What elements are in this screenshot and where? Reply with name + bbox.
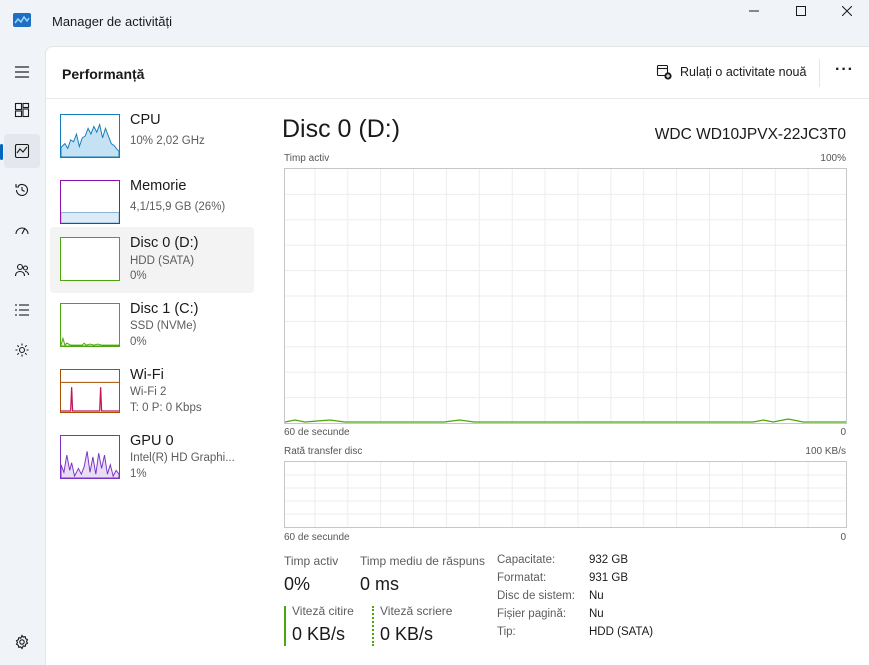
more-options-button[interactable]: ··· <box>835 61 854 79</box>
read-speed-value: 0 KB/s <box>292 624 346 644</box>
resource-name: CPU <box>130 112 161 128</box>
graph-active-time-span: 60 de secunde <box>284 427 350 438</box>
title-bar: Manager de activități <box>0 0 869 46</box>
active-indicator <box>0 144 3 160</box>
header-divider <box>819 59 820 87</box>
disk1-thumbnail-graph <box>60 303 120 347</box>
resource-name: Disc 1 (C:) <box>130 301 199 317</box>
new-task-icon <box>656 64 672 80</box>
transfer-rate-graph <box>284 461 847 528</box>
resource-item-gpu[interactable]: GPU 0 Intel(R) HD Graphi... 1% <box>50 429 254 495</box>
nav-performance[interactable] <box>4 134 40 168</box>
read-speed-label: Viteză citire <box>292 604 354 618</box>
resource-item-disk1[interactable]: Disc 1 (C:) SSD (NVMe) 0% <box>50 297 254 363</box>
gpu-thumbnail-graph <box>60 435 120 479</box>
startup-icon <box>15 227 29 235</box>
nav-processes[interactable] <box>4 93 40 127</box>
resource-item-cpu[interactable]: CPU 10% 2,02 GHz <box>50 108 254 174</box>
graph-active-time-label: Timp activ <box>284 153 330 164</box>
property-capacity-label: Capacitate: <box>497 554 556 566</box>
property-page-file-label: Fișier pagină: <box>497 608 567 620</box>
resource-usage: 1% <box>130 468 147 480</box>
page-title: Performanță <box>62 66 145 82</box>
processes-icon <box>14 102 30 118</box>
maximize-button[interactable] <box>778 0 824 22</box>
active-time-label: Timp activ <box>284 554 339 568</box>
window-title: Manager de activități <box>52 14 172 29</box>
nav-services[interactable] <box>4 333 40 367</box>
history-icon <box>15 183 29 196</box>
read-speed-indicator <box>284 606 286 646</box>
resource-throughput: T: 0 P: 0 Kbps <box>130 402 202 414</box>
memory-thumbnail-graph <box>60 180 120 224</box>
property-formatted-label: Formatat: <box>497 572 547 584</box>
menu-button[interactable] <box>4 55 40 89</box>
nav-settings[interactable] <box>4 625 40 659</box>
write-speed-value: 0 KB/s <box>380 624 434 644</box>
minimize-button[interactable] <box>731 0 777 22</box>
wifi-thumbnail-graph <box>60 369 120 413</box>
run-new-task-button[interactable]: Rulați o activitate nouă <box>656 64 806 80</box>
graph-active-time-min: 0 <box>840 427 846 438</box>
write-speed-label: Viteză scriere <box>380 604 453 618</box>
property-formatted-value: 931 GB <box>589 572 628 584</box>
property-type-label: Tip: <box>497 626 516 638</box>
graph-transfer-min: 0 <box>840 532 846 543</box>
details-icon <box>15 304 29 316</box>
maximize-icon <box>796 6 806 16</box>
run-new-task-label: Rulați o activitate nouă <box>680 65 807 79</box>
resource-detail: SSD (NVMe) <box>130 320 197 332</box>
navigation-rail <box>0 46 45 665</box>
resource-detail: HDD (SATA) <box>130 255 195 267</box>
resource-usage: 0% <box>130 336 147 348</box>
property-system-disk-value: Nu <box>589 590 604 602</box>
graph-active-time-max: 100% <box>820 153 846 164</box>
resource-name: Memorie <box>130 178 187 194</box>
performance-page: Performanță Rulați o activitate nouă ···… <box>45 46 869 665</box>
response-time-label: Timp mediu de răspuns <box>360 554 485 568</box>
users-icon <box>14 263 30 277</box>
disk-model: WDC WD10JPVX-22JC3T0 <box>654 126 846 143</box>
graph-transfer-max: 100 KB/s <box>805 446 846 457</box>
minimize-icon <box>749 10 759 12</box>
property-page-file-value: Nu <box>589 608 604 620</box>
write-speed-indicator <box>372 606 374 646</box>
resource-name: Disc 0 (D:) <box>130 235 199 251</box>
property-type-value: HDD (SATA) <box>589 626 654 638</box>
resource-item-wifi[interactable]: Wi-Fi Wi-Fi 2 T: 0 P: 0 Kbps <box>50 363 254 429</box>
resource-usage: 0% <box>130 270 147 282</box>
active-time-graph <box>284 168 847 424</box>
nav-startup[interactable] <box>4 213 40 247</box>
resource-detail: Intel(R) HD Graphi... <box>130 452 235 464</box>
nav-details[interactable] <box>4 293 40 327</box>
performance-icon <box>14 143 30 159</box>
resource-item-disk0[interactable]: Disc 0 (D:) HDD (SATA) 0% <box>50 227 254 293</box>
disk0-thumbnail-graph <box>60 237 120 281</box>
property-capacity-value: 932 GB <box>589 554 628 566</box>
cpu-thumbnail-graph <box>60 114 120 158</box>
header-divider-line <box>46 98 869 99</box>
resource-name: GPU 0 <box>130 433 174 449</box>
close-icon <box>842 6 852 16</box>
resource-name: Wi-Fi <box>130 367 164 383</box>
graph-transfer-label: Rată transfer disc <box>284 446 363 457</box>
resource-detail: 4,1/15,9 GB (26%) <box>130 201 226 213</box>
nav-app-history[interactable] <box>4 173 40 207</box>
property-system-disk-label: Disc de sistem: <box>497 590 575 602</box>
task-manager-icon <box>13 13 31 27</box>
services-icon <box>15 343 29 357</box>
settings-icon <box>15 634 29 650</box>
response-time-value: 0 ms <box>360 574 400 594</box>
close-button[interactable] <box>824 0 869 22</box>
menu-icon <box>15 66 29 78</box>
nav-users[interactable] <box>4 253 40 287</box>
graph-transfer-span: 60 de secunde <box>284 532 350 543</box>
active-time-value: 0% <box>284 574 311 594</box>
resource-detail: Wi-Fi 2 <box>130 386 167 398</box>
detail-title: Disc 0 (D:) <box>282 115 401 143</box>
resource-detail: 10% 2,02 GHz <box>130 135 205 147</box>
